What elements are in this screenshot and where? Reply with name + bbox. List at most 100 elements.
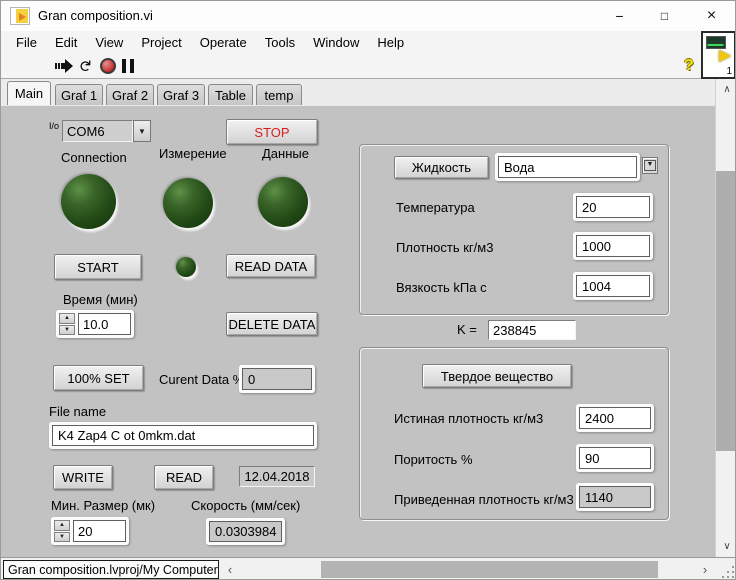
scroll-down-icon[interactable]: ∨ — [716, 538, 735, 555]
liquid-ring-dropdown-button[interactable]: ▼ — [642, 157, 658, 174]
labview-app-icon — [10, 7, 30, 25]
menu-operate[interactable]: Operate — [191, 33, 256, 52]
pause-icon[interactable] — [122, 59, 134, 73]
maximize-button[interactable]: □ — [642, 1, 687, 31]
data-label: Данные — [262, 146, 309, 161]
speed-value: 0.0303984 — [209, 521, 282, 542]
vi-icon[interactable]: 1 — [701, 31, 735, 79]
abort-icon[interactable] — [100, 58, 116, 74]
tab-graf-2[interactable]: Graf 2 — [106, 84, 154, 105]
true-density-input[interactable]: 2400 — [579, 407, 651, 429]
front-panel: I/o COM6 ▼ STOP Connection Измерение Дан… — [1, 105, 715, 557]
time-label: Время (мин) — [63, 292, 138, 307]
reduced-density-frame: 1140 — [576, 483, 654, 511]
resize-grip-icon[interactable] — [720, 564, 734, 578]
file-name-frame: K4 Zap4 C ot 0mkm.dat — [49, 422, 317, 449]
liquid-selected-value[interactable]: Вода — [498, 156, 637, 178]
minimize-button[interactable]: − — [597, 1, 642, 31]
min-size-control: ▲ ▼ 20 — [51, 517, 129, 545]
date-display: 12.04.2018 — [239, 466, 315, 487]
temperature-frame: 20 — [573, 193, 653, 221]
ring-dropdown-icon: ▼ — [643, 160, 657, 171]
read-data-button[interactable]: READ DATA — [226, 254, 316, 278]
min-size-input[interactable]: 20 — [73, 520, 126, 542]
title-bar[interactable]: Gran composition.vi − □ × — [1, 1, 735, 31]
window-title: Gran composition.vi — [38, 8, 153, 23]
set-100-button[interactable]: 100% SET — [53, 365, 144, 391]
true-density-frame: 2400 — [576, 404, 654, 432]
connection-led[interactable] — [61, 174, 116, 229]
time-input[interactable]: 10.0 — [78, 313, 131, 335]
menu-file[interactable]: File — [7, 33, 46, 52]
porosity-frame: 90 — [576, 444, 654, 472]
run-icon[interactable] — [55, 59, 73, 73]
viscosity-label: Вязкость kПа с — [396, 280, 487, 295]
tab-main[interactable]: Main — [7, 81, 51, 105]
min-size-spin-up-icon[interactable]: ▲ — [54, 520, 70, 531]
tab-graf-1[interactable]: Graf 1 — [55, 84, 103, 105]
run-continuous-icon[interactable]: ↻ — [75, 59, 95, 72]
menu-help[interactable]: Help — [368, 33, 413, 52]
measure-led[interactable] — [163, 178, 213, 228]
tab-graf-3[interactable]: Graf 3 — [157, 84, 205, 105]
scroll-left-icon[interactable]: ‹ — [223, 560, 237, 578]
scroll-right-icon[interactable]: › — [698, 560, 712, 578]
project-context-label[interactable]: Gran composition.lvproj/My Computer — [3, 560, 219, 579]
current-data-display-frame: 0 — [239, 365, 315, 393]
help-icon[interactable]: ? — [684, 57, 694, 75]
porosity-label: Поритость % — [394, 452, 473, 467]
menu-view[interactable]: View — [86, 33, 132, 52]
vi-badge: 1 — [726, 66, 732, 77]
min-size-label: Мин. Размер (мк) — [51, 498, 156, 513]
reduced-density-value: 1140 — [579, 486, 651, 508]
tab-table[interactable]: Table — [208, 84, 253, 105]
density-input[interactable]: 1000 — [576, 235, 650, 257]
time-spin-down-icon[interactable]: ▼ — [59, 324, 75, 335]
tab-strip: Main Graf 1 Graf 2 Graf 3 Table temp — [1, 79, 715, 105]
menu-bar: File Edit View Project Operate Tools Win… — [1, 31, 701, 53]
data-led[interactable] — [258, 177, 308, 227]
speed-display-frame: 0.0303984 — [206, 518, 285, 545]
menu-project[interactable]: Project — [132, 33, 190, 52]
menu-tools[interactable]: Tools — [256, 33, 304, 52]
min-size-spin-down-icon[interactable]: ▼ — [54, 531, 70, 542]
close-icon: × — [706, 7, 717, 24]
temperature-label: Температура — [396, 200, 475, 215]
liquid-button[interactable]: Жидкость — [394, 156, 489, 179]
porosity-input[interactable]: 90 — [579, 447, 651, 469]
time-spin-up-icon[interactable]: ▲ — [59, 313, 75, 324]
speed-label: Скорость (мм/сек) — [191, 498, 301, 513]
liquid-ring-frame: Вода — [495, 153, 640, 181]
viscosity-input[interactable]: 1004 — [576, 275, 650, 297]
read-button[interactable]: READ — [154, 465, 214, 490]
vi-waveform-icon — [706, 36, 726, 49]
vertical-scrollbar-thumb[interactable] — [716, 171, 735, 451]
density-frame: 1000 — [573, 232, 653, 260]
file-name-input[interactable]: K4 Zap4 C ot 0mkm.dat — [52, 425, 314, 446]
temperature-input[interactable]: 20 — [576, 196, 650, 218]
status-led[interactable] — [176, 257, 196, 277]
tab-temp[interactable]: temp — [256, 84, 302, 105]
labview-window: Gran composition.vi − □ × File Edit View… — [0, 0, 736, 580]
viscosity-frame: 1004 — [573, 272, 653, 300]
stop-button[interactable]: STOP — [226, 119, 318, 145]
write-button[interactable]: WRITE — [53, 465, 113, 490]
io-icon: I/o — [49, 121, 60, 131]
horizontal-scrollbar-thumb[interactable] — [321, 561, 658, 578]
k-label: K = — [457, 322, 477, 337]
close-button[interactable]: × — [689, 1, 734, 31]
vertical-scrollbar[interactable]: ∧ ∨ — [715, 79, 735, 557]
k-value: 238845 — [488, 320, 576, 340]
measure-label: Измерение — [159, 146, 227, 161]
start-button[interactable]: START — [54, 254, 142, 280]
menu-window[interactable]: Window — [304, 33, 368, 52]
com-port-dropdown-button[interactable]: ▼ — [133, 120, 151, 142]
menu-edit[interactable]: Edit — [46, 33, 86, 52]
solid-button[interactable]: Твердое вещество — [422, 364, 572, 388]
scroll-up-icon[interactable]: ∧ — [716, 81, 735, 98]
time-control: ▲ ▼ 10.0 — [56, 310, 134, 338]
com-port-input[interactable]: COM6 — [62, 120, 133, 142]
status-bar: Gran composition.lvproj/My Computer ‹ › — [1, 557, 735, 579]
delete-data-button[interactable]: DELETE DATA — [226, 312, 318, 336]
true-density-label: Истиная плотность кг/м3 — [394, 411, 544, 426]
